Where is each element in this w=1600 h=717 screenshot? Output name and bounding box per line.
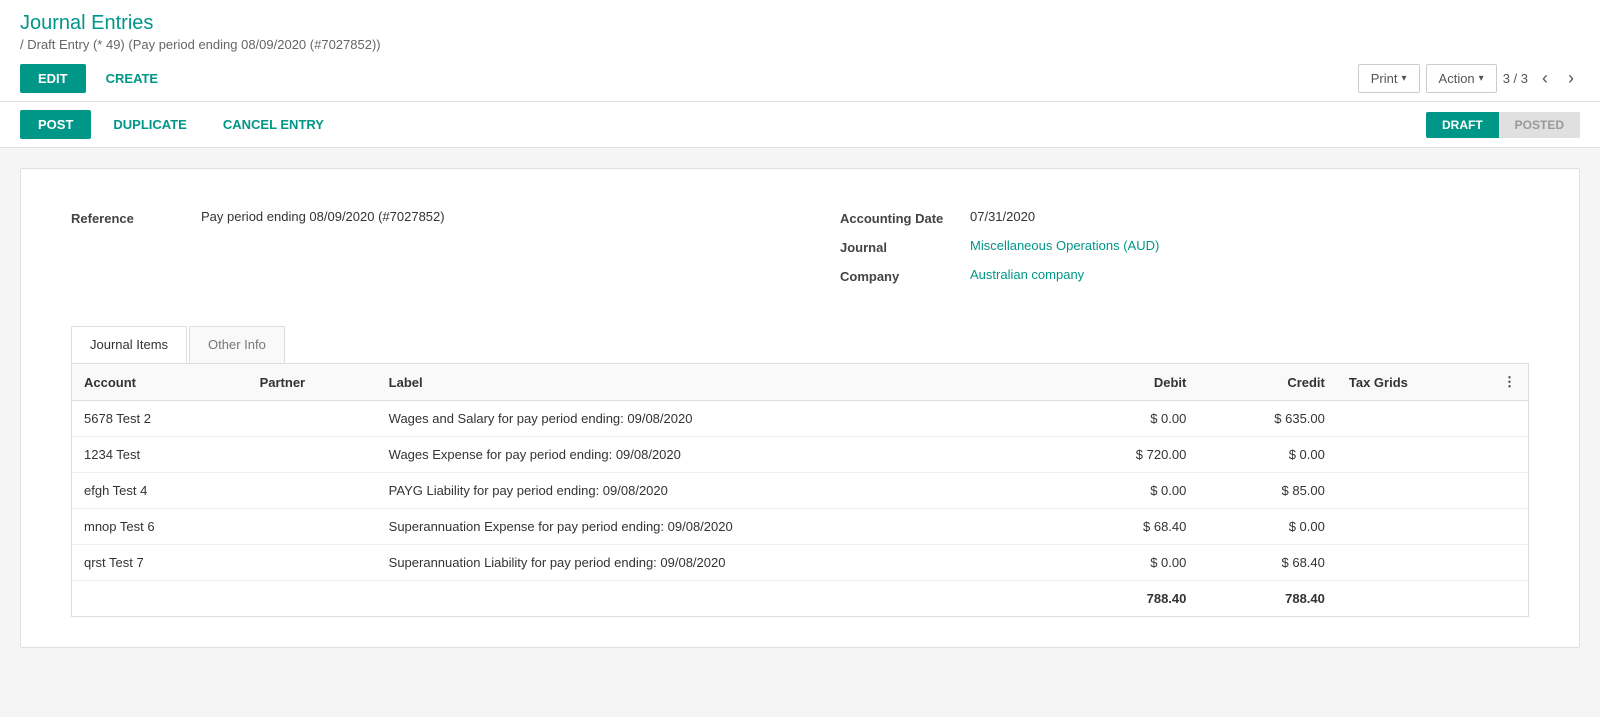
col-credit: Credit: [1198, 364, 1337, 401]
cell-debit: $ 0.00: [1060, 401, 1199, 437]
page-title: Journal Entries: [20, 12, 1580, 35]
cell-tax-grids: [1337, 401, 1491, 437]
record-count: 3 / 3: [1503, 71, 1528, 86]
table-row[interactable]: mnop Test 6 Superannuation Expense for p…: [72, 509, 1528, 545]
cell-options: [1491, 401, 1528, 437]
col-debit: Debit: [1060, 364, 1199, 401]
status-draft-badge: DRAFT: [1426, 112, 1499, 138]
cell-account: mnop Test 6: [72, 509, 248, 545]
cell-options: [1491, 509, 1528, 545]
action-label: Action: [1439, 71, 1475, 86]
cell-tax-grids: [1337, 473, 1491, 509]
breadcrumb: / Draft Entry (* 49) (Pay period ending …: [20, 37, 1580, 52]
accounting-date-field: Accounting Date 07/31/2020: [840, 209, 1529, 226]
print-label: Print: [1371, 71, 1398, 86]
cell-label: Wages and Salary for pay period ending: …: [377, 401, 1060, 437]
table-header-row: Account Partner Label Debit Credit Tax G…: [72, 364, 1528, 401]
cell-label: Superannuation Liability for pay period …: [377, 545, 1060, 581]
cell-credit: $ 68.40: [1198, 545, 1337, 581]
cell-partner: [248, 509, 377, 545]
cell-partner: [248, 437, 377, 473]
status-bar: DRAFT POSTED: [1426, 112, 1580, 138]
edit-button[interactable]: EDIT: [20, 64, 86, 93]
cell-debit: $ 720.00: [1060, 437, 1199, 473]
cell-label: Wages Expense for pay period ending: 09/…: [377, 437, 1060, 473]
main-content: Reference Pay period ending 08/09/2020 (…: [0, 148, 1600, 668]
accounting-date-value: 07/31/2020: [970, 209, 1035, 224]
cell-label: PAYG Liability for pay period ending: 09…: [377, 473, 1060, 509]
table-row[interactable]: efgh Test 4 PAYG Liability for pay perio…: [72, 473, 1528, 509]
cell-account: 5678 Test 2: [72, 401, 248, 437]
reference-field: Reference Pay period ending 08/09/2020 (…: [71, 209, 760, 226]
col-label: Label: [377, 364, 1060, 401]
journal-field: Journal Miscellaneous Operations (AUD): [840, 238, 1529, 255]
company-label: Company: [840, 267, 970, 284]
cell-account: qrst Test 7: [72, 545, 248, 581]
print-button[interactable]: Print ▾: [1358, 64, 1420, 93]
cell-debit: $ 0.00: [1060, 473, 1199, 509]
col-tax-grids: Tax Grids: [1337, 364, 1491, 401]
post-button[interactable]: POST: [20, 110, 91, 139]
cell-debit: $ 0.00: [1060, 545, 1199, 581]
cell-tax-grids: [1337, 437, 1491, 473]
status-posted-badge: POSTED: [1499, 112, 1580, 138]
duplicate-button[interactable]: DUPLICATE: [99, 110, 200, 139]
table-row[interactable]: 1234 Test Wages Expense for pay period e…: [72, 437, 1528, 473]
cell-partner: [248, 545, 377, 581]
cell-tax-grids: [1337, 545, 1491, 581]
totals-empty: [72, 581, 1060, 617]
action-button[interactable]: Action ▾: [1426, 64, 1497, 93]
form-right: Accounting Date 07/31/2020 Journal Misce…: [840, 209, 1529, 296]
total-debit: 788.40: [1060, 581, 1199, 617]
cell-account: 1234 Test: [72, 437, 248, 473]
cell-account: efgh Test 4: [72, 473, 248, 509]
print-chevron-icon: ▾: [1402, 73, 1407, 84]
form-fields: Reference Pay period ending 08/09/2020 (…: [71, 209, 1529, 296]
cell-partner: [248, 401, 377, 437]
col-account: Account: [72, 364, 248, 401]
cell-credit: $ 0.00: [1198, 509, 1337, 545]
table-row[interactable]: qrst Test 7 Superannuation Liability for…: [72, 545, 1528, 581]
cell-options: [1491, 437, 1528, 473]
tab-other-info[interactable]: Other Info: [189, 326, 285, 363]
tab-journal-items[interactable]: Journal Items: [71, 326, 187, 363]
journal-items-table: Account Partner Label Debit Credit Tax G…: [71, 364, 1529, 617]
accounting-date-label: Accounting Date: [840, 209, 970, 226]
cell-partner: [248, 473, 377, 509]
cell-options: [1491, 473, 1528, 509]
company-field: Company Australian company: [840, 267, 1529, 284]
next-record-button[interactable]: ›: [1562, 66, 1580, 91]
cell-debit: $ 68.40: [1060, 509, 1199, 545]
cell-credit: $ 0.00: [1198, 437, 1337, 473]
tabs: Journal Items Other Info: [71, 326, 1529, 364]
reference-value: Pay period ending 08/09/2020 (#7027852): [201, 209, 445, 224]
journal-label: Journal: [840, 238, 970, 255]
action-chevron-icon: ▾: [1479, 73, 1484, 84]
form-left: Reference Pay period ending 08/09/2020 (…: [71, 209, 760, 296]
prev-record-button[interactable]: ‹: [1536, 66, 1554, 91]
cancel-entry-button[interactable]: CANCEL ENTRY: [209, 110, 338, 139]
page-header: Journal Entries / Draft Entry (* 49) (Pa…: [0, 0, 1600, 56]
reference-label: Reference: [71, 209, 201, 226]
top-toolbar: EDIT CREATE Print ▾ Action ▾ 3 / 3 ‹ ›: [0, 56, 1600, 102]
totals-row: 788.40 788.40: [72, 581, 1528, 617]
cell-credit: $ 635.00: [1198, 401, 1337, 437]
cell-options: [1491, 545, 1528, 581]
form-card: Reference Pay period ending 08/09/2020 (…: [20, 168, 1580, 648]
cell-credit: $ 85.00: [1198, 473, 1337, 509]
col-partner: Partner: [248, 364, 377, 401]
col-options[interactable]: ⋮: [1491, 364, 1528, 401]
table-row[interactable]: 5678 Test 2 Wages and Salary for pay per…: [72, 401, 1528, 437]
cell-label: Superannuation Expense for pay period en…: [377, 509, 1060, 545]
journal-value[interactable]: Miscellaneous Operations (AUD): [970, 238, 1159, 253]
create-button[interactable]: CREATE: [92, 64, 172, 93]
cell-tax-grids: [1337, 509, 1491, 545]
company-value[interactable]: Australian company: [970, 267, 1084, 282]
total-credit: 788.40: [1198, 581, 1337, 617]
record-nav: 3 / 3 ‹ ›: [1503, 66, 1580, 91]
action-toolbar: POST DUPLICATE CANCEL ENTRY DRAFT POSTED: [0, 102, 1600, 148]
